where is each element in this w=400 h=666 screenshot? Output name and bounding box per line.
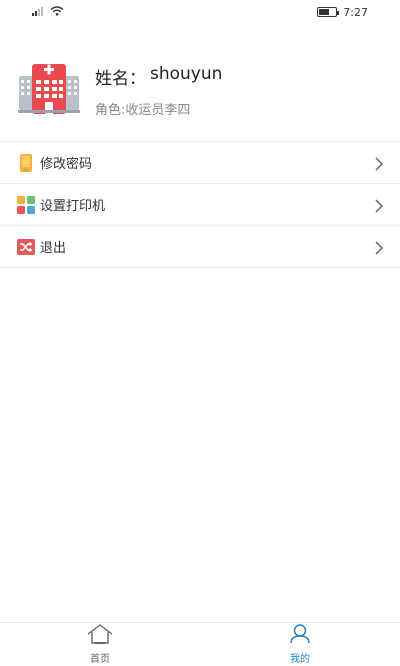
- tab-mine[interactable]: 我的: [200, 623, 400, 666]
- tab-home[interactable]: 首页: [0, 623, 200, 666]
- menu-item-label: 退出: [40, 241, 67, 256]
- menu-item-label: 设置打印机: [40, 199, 106, 214]
- chevron-right-icon: [374, 240, 384, 255]
- status-time: 7:27: [343, 5, 368, 19]
- profile-header: 姓名： shouyun 角色:收运员李四: [18, 58, 388, 124]
- battery-icon: [317, 7, 340, 17]
- hospital-icon: [18, 58, 80, 120]
- status-bar: 7:27: [0, 0, 400, 24]
- name-value: shouyun: [150, 64, 223, 84]
- home-icon: [87, 624, 113, 648]
- chevron-right-icon: [374, 198, 384, 213]
- settings-menu: 修改密码 设置打印机 退出: [0, 141, 400, 268]
- signal-icon: [32, 6, 44, 19]
- menu-item-logout[interactable]: 退出: [0, 226, 400, 268]
- shuffle-icon: [16, 237, 36, 257]
- wifi-icon: [50, 5, 64, 19]
- phone-icon: [16, 153, 36, 173]
- status-left: [32, 5, 64, 19]
- status-right: 7:27: [317, 6, 368, 19]
- grid-icon: [16, 195, 36, 215]
- tab-label-mine: 我的: [290, 654, 310, 665]
- profile-text: 姓名： shouyun 角色:收运员李四: [95, 58, 222, 118]
- chevron-right-icon: [374, 156, 384, 171]
- role-text: 角色:收运员李四: [95, 103, 191, 118]
- bottom-tab-bar: 首页 我的: [0, 622, 400, 666]
- profile-name: 姓名： shouyun: [95, 64, 222, 89]
- tab-label-home: 首页: [90, 654, 110, 665]
- name-label: 姓名：: [95, 69, 146, 89]
- user-icon: [289, 624, 311, 648]
- menu-item-change-password[interactable]: 修改密码: [0, 142, 400, 184]
- menu-item-printer-settings[interactable]: 设置打印机: [0, 184, 400, 226]
- menu-item-label: 修改密码: [40, 157, 93, 172]
